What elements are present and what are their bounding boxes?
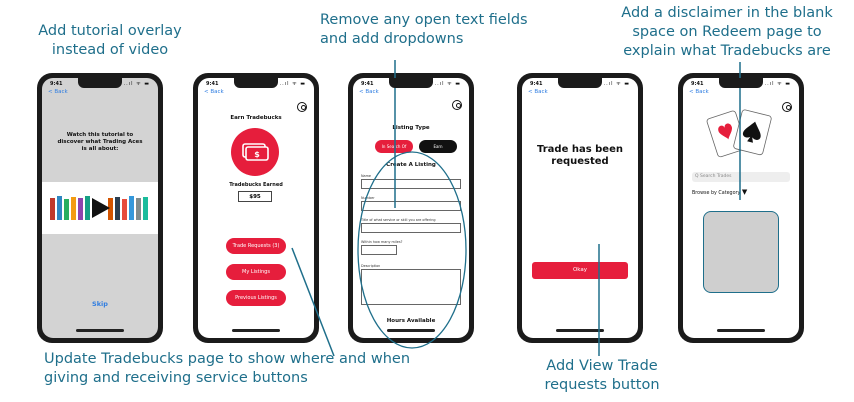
earn-toggle[interactable]: Earn [419, 140, 457, 153]
annotation-dropdowns: Remove any open text fields and add drop… [320, 11, 560, 49]
annotation-line: space on Redeem page to [632, 24, 822, 40]
description-field[interactable] [361, 269, 461, 305]
skip-button[interactable]: Skip [42, 300, 158, 308]
annotation-line: requests button [544, 377, 660, 393]
status-time: 9:41 [361, 81, 374, 87]
back-button[interactable]: < Back [48, 89, 68, 95]
back-button[interactable]: < Back [528, 89, 548, 95]
phone-screen: 9:41 ..ıl ᯤ ▬ < Back Trade has been requ… [522, 78, 638, 338]
annotation-line: giving and receiving service buttons [44, 370, 308, 386]
annotation-line: Remove any open text fields [320, 12, 528, 28]
phone-screen: 9:41 ..ıl ᯤ ▬ < Back Watch this tutorial… [42, 78, 158, 338]
home-indicator [556, 329, 604, 332]
earned-label: Tradebucks Earned [229, 182, 283, 188]
browse-category-label: Browse by Category [692, 191, 741, 196]
page-title: Earn Tradebucks [230, 115, 282, 121]
home-indicator [387, 329, 435, 332]
phone-screen: 9:41 ..ıl ᯤ ▬ < Back Earn Tradebucks $ T… [198, 78, 314, 338]
create-listing-heading: Create A Listing [386, 162, 436, 168]
search-input[interactable]: Q Search Trades [692, 172, 790, 182]
phone-notch [78, 78, 122, 88]
annotation-line: Add View Trade [546, 358, 658, 374]
trade-requests-button[interactable]: Trade Requests (3) [226, 238, 286, 254]
account-icon[interactable] [452, 100, 462, 110]
status-time: 9:41 [530, 81, 543, 87]
back-button[interactable]: < Back [204, 89, 224, 95]
miles-label: Within how many miles? [361, 240, 403, 244]
back-button[interactable]: < Back [359, 89, 379, 95]
status-time: 9:41 [206, 81, 219, 87]
caret-down-icon: ▼ [741, 188, 748, 196]
phone-notch [234, 78, 278, 88]
annotation-view-trade: Add View Trade requests button [532, 357, 672, 395]
tutorial-intro: Watch this tutorial to discover what Tra… [57, 132, 143, 152]
status-icons: ..ıl ᯤ ▬ [434, 81, 461, 87]
tutorial-video[interactable] [42, 182, 158, 234]
money-icon: $ [231, 128, 279, 176]
annotation-tradebucks: Update Tradebucks page to show where and… [44, 350, 424, 388]
phone-create-listing: 9:41 ..ıl ᯤ ▬ < Back Listing Type In Sea… [348, 73, 474, 343]
phone-notch [389, 78, 433, 88]
earned-value: $95 [238, 191, 272, 202]
previous-listings-button[interactable]: Previous Listings [226, 290, 286, 306]
annotation-line: explain what Tradebucks are [623, 43, 831, 59]
annotation-disclaimer: Add a disclaimer in the blank space on R… [604, 4, 850, 61]
phone-tutorial: 9:41 ..ıl ᯤ ▬ < Back Watch this tutorial… [37, 73, 163, 343]
phone-notch [719, 78, 763, 88]
home-indicator [232, 329, 280, 332]
name-field[interactable] [361, 179, 461, 189]
phone-earn-tradebucks: 9:41 ..ıl ᯤ ▬ < Back Earn Tradebucks $ T… [193, 73, 319, 343]
status-time: 9:41 [50, 81, 63, 87]
trade-requested-message: Trade has been requested [537, 144, 623, 167]
home-indicator [76, 329, 124, 332]
description-label: Description [361, 264, 381, 268]
number-field[interactable] [361, 201, 461, 211]
blank-space-placeholder [703, 211, 779, 293]
service-title-label: Title of what service or skill you are o… [361, 218, 436, 222]
account-icon[interactable] [297, 102, 307, 112]
status-icons: ..ıl ᯤ ▬ [603, 81, 630, 87]
annotation-line: Add a disclaimer in the blank [621, 5, 833, 21]
annotation-line: and add dropdowns [320, 31, 464, 47]
name-label: Name [361, 174, 372, 178]
svg-text:$: $ [254, 150, 260, 159]
annotation-tutorial: Add tutorial overlay instead of video [25, 22, 195, 60]
back-button[interactable]: < Back [689, 89, 709, 95]
my-listings-button[interactable]: My Listings [226, 264, 286, 280]
annotation-line: Add tutorial overlay [38, 23, 182, 39]
playing-cards-logo [706, 109, 772, 158]
number-label: Number [361, 196, 375, 200]
play-icon[interactable] [89, 197, 111, 219]
service-title-field[interactable] [361, 223, 461, 233]
home-indicator [717, 329, 765, 332]
status-icons: ..ıl ᯤ ▬ [764, 81, 791, 87]
phone-trade-requested: 9:41 ..ıl ᯤ ▬ < Back Trade has been requ… [517, 73, 643, 343]
account-icon[interactable] [782, 102, 792, 112]
in-search-of-toggle[interactable]: In Search Of [375, 140, 413, 153]
status-time: 9:41 [691, 81, 704, 87]
phone-redeem: 9:41 ..ıl ᯤ ▬ < Back Q Search Trades Bro… [678, 73, 804, 343]
okay-button[interactable]: Okay [532, 262, 628, 279]
status-icons: ..ıl ᯤ ▬ [123, 81, 150, 87]
status-icons: ..ıl ᯤ ▬ [279, 81, 306, 87]
phone-screen: 9:41 ..ıl ᯤ ▬ < Back Q Search Trades Bro… [683, 78, 799, 338]
phone-notch [558, 78, 602, 88]
annotation-line: Update Tradebucks page to show where and… [44, 351, 411, 367]
hours-available-label: Hours Available [386, 318, 436, 324]
miles-field[interactable] [361, 245, 397, 255]
phone-screen: 9:41 ..ıl ᯤ ▬ < Back Listing Type In Sea… [353, 78, 469, 338]
annotation-line: instead of video [51, 42, 169, 58]
listing-type-label: Listing Type [392, 125, 430, 131]
browse-category-dropdown[interactable]: Browse by Category ▼ [692, 188, 747, 196]
